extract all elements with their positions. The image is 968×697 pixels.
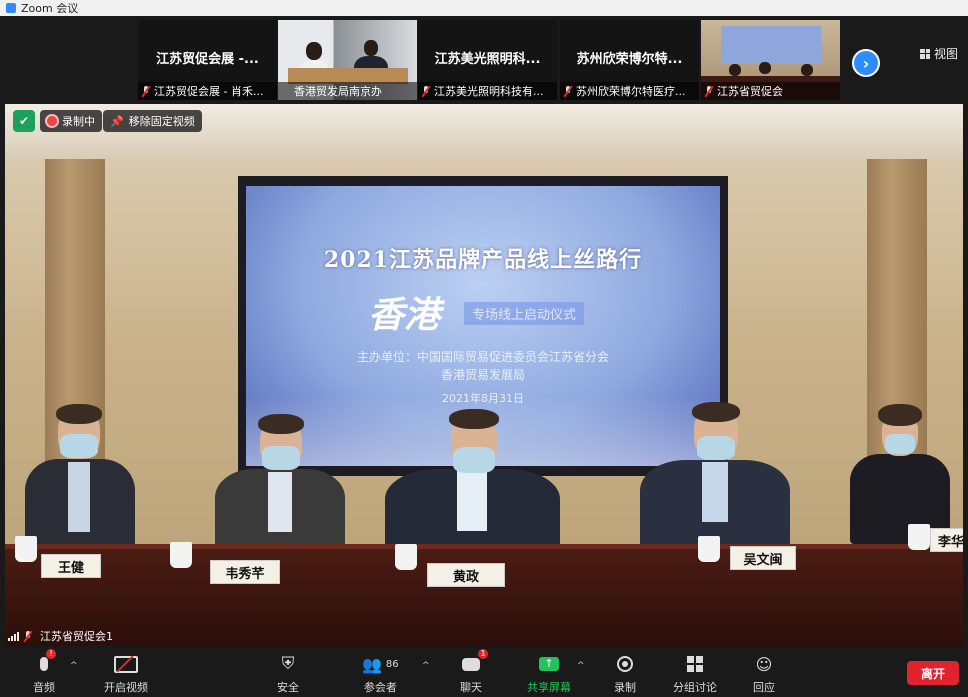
signal-bars-icon bbox=[8, 631, 19, 641]
tea-cup bbox=[698, 536, 720, 562]
window-title: Zoom 会议 bbox=[21, 2, 79, 15]
breakout-label: 分组讨论 bbox=[673, 681, 717, 694]
microphone-icon bbox=[40, 657, 48, 671]
participants-label: 参会者 bbox=[363, 681, 397, 694]
security-label: 安全 bbox=[277, 681, 299, 694]
video-off-icon bbox=[114, 655, 138, 673]
active-speaker-label: 江苏省贸促会1 bbox=[8, 628, 113, 644]
recording-indicator[interactable]: 录制中 bbox=[40, 110, 102, 132]
chat-unread-badge: 1 bbox=[478, 649, 488, 659]
security-badge[interactable]: ✔ bbox=[13, 110, 35, 132]
meeting-toolbar: ! 音频 ^ 开启视频 ⛨ 安全 👥 86 参会者 ^ 1 聊天 ↑ 共享屏幕 ^… bbox=[0, 647, 968, 697]
mic-muted-icon bbox=[421, 85, 431, 97]
audio-label: 音频 bbox=[33, 681, 55, 694]
participants-strip: 江苏贸促会展 -... 江苏贸促会展 - 肖禾... 香港贸发局南京办 江苏美光… bbox=[0, 16, 968, 104]
participant-person bbox=[210, 414, 350, 564]
participant-caption: 香港贸发局南京办 bbox=[278, 82, 417, 100]
record-label: 录制 bbox=[614, 681, 636, 694]
zoom-logo-icon bbox=[6, 3, 16, 13]
screen-organizers: 主办单位：中国国际贸易促进委员会江苏省分会 香港贸易发展局 bbox=[356, 350, 609, 382]
participants-icon: 👥 bbox=[362, 654, 382, 674]
chevron-right-icon: › bbox=[862, 53, 870, 73]
shield-check-icon: ✔ bbox=[18, 114, 30, 128]
participant-tile[interactable]: 江苏省贸促会 bbox=[701, 20, 840, 100]
screen-hk: 香港 bbox=[368, 294, 441, 336]
participant-person bbox=[850, 404, 950, 544]
reactions-label: 回应 bbox=[753, 681, 775, 694]
view-button[interactable]: 视图 bbox=[920, 45, 958, 62]
participant-tile[interactable]: 香港贸发局南京办 bbox=[278, 20, 417, 100]
participant-name: 江苏贸促会展 -... bbox=[156, 52, 259, 67]
tea-cup bbox=[395, 544, 417, 570]
nameplate: 吴文闽 bbox=[730, 546, 796, 570]
audio-options-caret[interactable]: ^ bbox=[70, 661, 78, 671]
chat-label: 聊天 bbox=[460, 681, 482, 694]
screen-subtitle: 专场线上启动仪式 bbox=[464, 302, 585, 325]
leave-button[interactable]: 离开 bbox=[907, 661, 959, 685]
participant-name: 苏州欣荣博尔特... bbox=[576, 52, 683, 67]
chat-button[interactable]: 1 聊天 bbox=[460, 649, 488, 695]
tea-cup bbox=[15, 536, 37, 562]
view-label: 视图 bbox=[934, 47, 959, 61]
main-video: 2021江苏品牌产品线上丝路行 香港 专场线上启动仪式 主办单位：中国国际贸易促… bbox=[5, 104, 963, 646]
mic-muted-icon bbox=[563, 85, 573, 97]
share-label: 共享屏幕 bbox=[527, 681, 571, 694]
participant-caption: 江苏省贸促会 bbox=[701, 82, 840, 100]
mic-muted-icon bbox=[704, 85, 714, 97]
participant-caption: 苏州欣荣博尔特医疗... bbox=[560, 82, 699, 100]
reactions-button[interactable]: ☺ 回应 bbox=[753, 653, 775, 695]
nameplate: 李华 bbox=[930, 528, 963, 552]
breakout-rooms-button[interactable]: 分组讨论 bbox=[673, 653, 717, 695]
share-screen-icon: ↑ bbox=[539, 657, 559, 671]
breakout-rooms-icon bbox=[687, 656, 703, 672]
nameplate: 韦秀芊 bbox=[210, 560, 280, 584]
participant-name: 江苏美光照明科... bbox=[434, 52, 541, 67]
participant-tile[interactable]: 江苏美光照明科... 江苏美光照明科技有... bbox=[418, 20, 557, 100]
mic-muted-icon bbox=[23, 630, 33, 642]
pin-icon: 📌 bbox=[110, 114, 124, 128]
share-options-caret[interactable]: ^ bbox=[577, 661, 585, 671]
audio-button[interactable]: ! 音频 bbox=[33, 649, 56, 695]
record-icon bbox=[617, 656, 633, 672]
share-screen-button[interactable]: ↑ 共享屏幕 bbox=[527, 653, 571, 695]
mic-muted-icon bbox=[141, 85, 151, 97]
participants-options-caret[interactable]: ^ bbox=[422, 661, 430, 671]
record-icon bbox=[47, 116, 57, 126]
reaction-emoji-icon: ☺ bbox=[755, 654, 773, 674]
participant-tile[interactable]: 江苏贸促会展 -... 江苏贸促会展 - 肖禾... bbox=[138, 20, 277, 100]
tea-cup bbox=[170, 542, 192, 568]
participant-count: 86 bbox=[385, 658, 399, 670]
nameplate: 黄政 bbox=[427, 563, 505, 587]
grid-view-icon bbox=[920, 48, 930, 59]
participant-caption: 江苏贸促会展 - 肖禾... bbox=[138, 82, 277, 100]
speaker-name: 江苏省贸促会1 bbox=[40, 630, 113, 643]
record-button[interactable]: 录制 bbox=[614, 653, 636, 695]
audio-warning-badge: ! bbox=[46, 649, 56, 659]
participant-person bbox=[20, 404, 140, 564]
security-button[interactable]: ⛨ 安全 bbox=[277, 653, 299, 695]
next-page-button[interactable]: › bbox=[852, 49, 880, 77]
video-label: 开启视频 bbox=[104, 681, 148, 694]
nameplate: 王健 bbox=[41, 554, 101, 578]
start-video-button[interactable]: 开启视频 bbox=[104, 653, 148, 695]
screen-title: 2021江苏品牌产品线上丝路行 bbox=[323, 247, 643, 273]
chat-icon bbox=[462, 657, 480, 671]
tea-cup bbox=[908, 524, 930, 550]
recording-label: 录制中 bbox=[62, 115, 95, 128]
participants-button[interactable]: 👥 86 参会者 bbox=[362, 653, 399, 695]
unpin-label: 移除固定视频 bbox=[128, 115, 195, 128]
window-title-bar: Zoom 会议 bbox=[0, 0, 968, 16]
participant-caption: 江苏美光照明科技有... bbox=[418, 82, 557, 100]
shield-icon: ⛨ bbox=[281, 654, 295, 674]
participant-tile[interactable]: 苏州欣荣博尔特... 苏州欣荣博尔特医疗... bbox=[560, 20, 699, 100]
unpin-video-button[interactable]: 📌 移除固定视频 bbox=[103, 110, 202, 132]
